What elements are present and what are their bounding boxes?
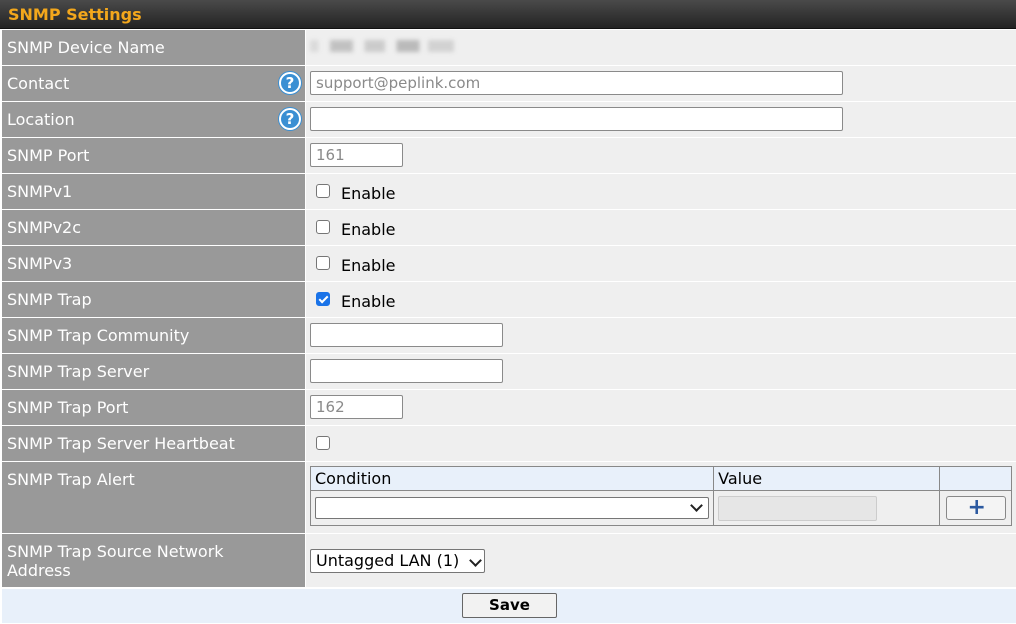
- row-trap-community: SNMP Trap Community: [0, 318, 1016, 354]
- add-alert-button[interactable]: +: [945, 495, 1006, 520]
- snmpv1-label: SNMPv1: [7, 182, 73, 201]
- row-trap-alert: SNMP Trap Alert Condition Value +: [0, 462, 1016, 534]
- trap-source-selected: Untagged LAN (1): [316, 551, 460, 570]
- help-icon[interactable]: ?: [279, 72, 301, 94]
- location-label: Location: [7, 110, 75, 129]
- snmp-trap-enable-label: Enable: [341, 292, 396, 311]
- snmpv3-enable-checkbox[interactable]: [316, 256, 330, 270]
- trap-source-label: SNMP Trap Source Network Address: [7, 542, 224, 580]
- table-row: +: [309, 490, 1012, 526]
- row-trap-port: SNMP Trap Port: [0, 390, 1016, 426]
- trap-alert-label: SNMP Trap Alert: [7, 470, 135, 489]
- snmp-trap-enable-checkbox[interactable]: [316, 292, 330, 306]
- row-snmp-port: SNMP Port: [0, 138, 1016, 174]
- snmp-port-label: SNMP Port: [7, 146, 90, 165]
- trap-port-label: SNMP Trap Port: [7, 398, 129, 417]
- row-location: Location ?: [0, 102, 1016, 138]
- trap-port-input[interactable]: [310, 395, 403, 419]
- snmpv3-enable-label: Enable: [341, 256, 396, 275]
- snmp-settings-panel: SNMP Settings SNMP Device Name Contact ?…: [0, 0, 1016, 624]
- contact-label: Contact: [7, 74, 70, 93]
- action-column-header: [939, 466, 1012, 491]
- condition-column-header: Condition: [309, 466, 715, 491]
- trap-server-label: SNMP Trap Server: [7, 362, 150, 381]
- trap-community-input[interactable]: [310, 323, 503, 347]
- value-input: [718, 495, 878, 521]
- save-button[interactable]: Save: [462, 593, 557, 618]
- device-name-value-redacted: [310, 40, 454, 52]
- trap-source-select[interactable]: Untagged LAN (1): [310, 549, 485, 573]
- condition-select[interactable]: [315, 497, 710, 519]
- panel-title: SNMP Settings: [0, 0, 1016, 29]
- snmpv2c-label: SNMPv2c: [7, 218, 82, 237]
- snmpv2c-enable-label: Enable: [341, 220, 396, 239]
- row-device-name: SNMP Device Name: [0, 30, 1016, 66]
- snmpv1-enable-label: Enable: [341, 184, 396, 203]
- contact-input[interactable]: [310, 71, 843, 95]
- row-trap-server: SNMP Trap Server: [0, 354, 1016, 390]
- row-trap-source: SNMP Trap Source Network Address Untagge…: [0, 534, 1016, 588]
- row-snmp-trap: SNMP Trap Enable: [0, 282, 1016, 318]
- chevron-down-icon: [469, 554, 482, 567]
- row-snmpv3: SNMPv3 Enable: [0, 246, 1016, 282]
- snmpv2c-enable-checkbox[interactable]: [316, 220, 330, 234]
- form-footer: Save: [2, 588, 1016, 623]
- trap-heartbeat-checkbox[interactable]: [316, 436, 330, 450]
- snmp-trap-label: SNMP Trap: [7, 290, 92, 309]
- trap-alert-table: Condition Value +: [309, 466, 1012, 526]
- row-trap-heartbeat: SNMP Trap Server Heartbeat: [0, 426, 1016, 462]
- snmpv1-enable-checkbox[interactable]: [316, 184, 330, 198]
- value-column-header: Value: [713, 466, 940, 491]
- row-contact: Contact ?: [0, 66, 1016, 102]
- row-snmpv1: SNMPv1 Enable: [0, 174, 1016, 210]
- plus-icon: +: [967, 495, 986, 520]
- help-icon[interactable]: ?: [279, 108, 301, 130]
- location-input[interactable]: [310, 107, 843, 131]
- snmpv3-label: SNMPv3: [7, 254, 73, 273]
- device-name-label: SNMP Device Name: [7, 38, 165, 57]
- trap-community-label: SNMP Trap Community: [7, 326, 190, 345]
- row-snmpv2c: SNMPv2c Enable: [0, 210, 1016, 246]
- trap-heartbeat-label: SNMP Trap Server Heartbeat: [7, 434, 235, 453]
- trap-server-input[interactable]: [310, 359, 503, 383]
- snmp-port-input[interactable]: [310, 143, 403, 167]
